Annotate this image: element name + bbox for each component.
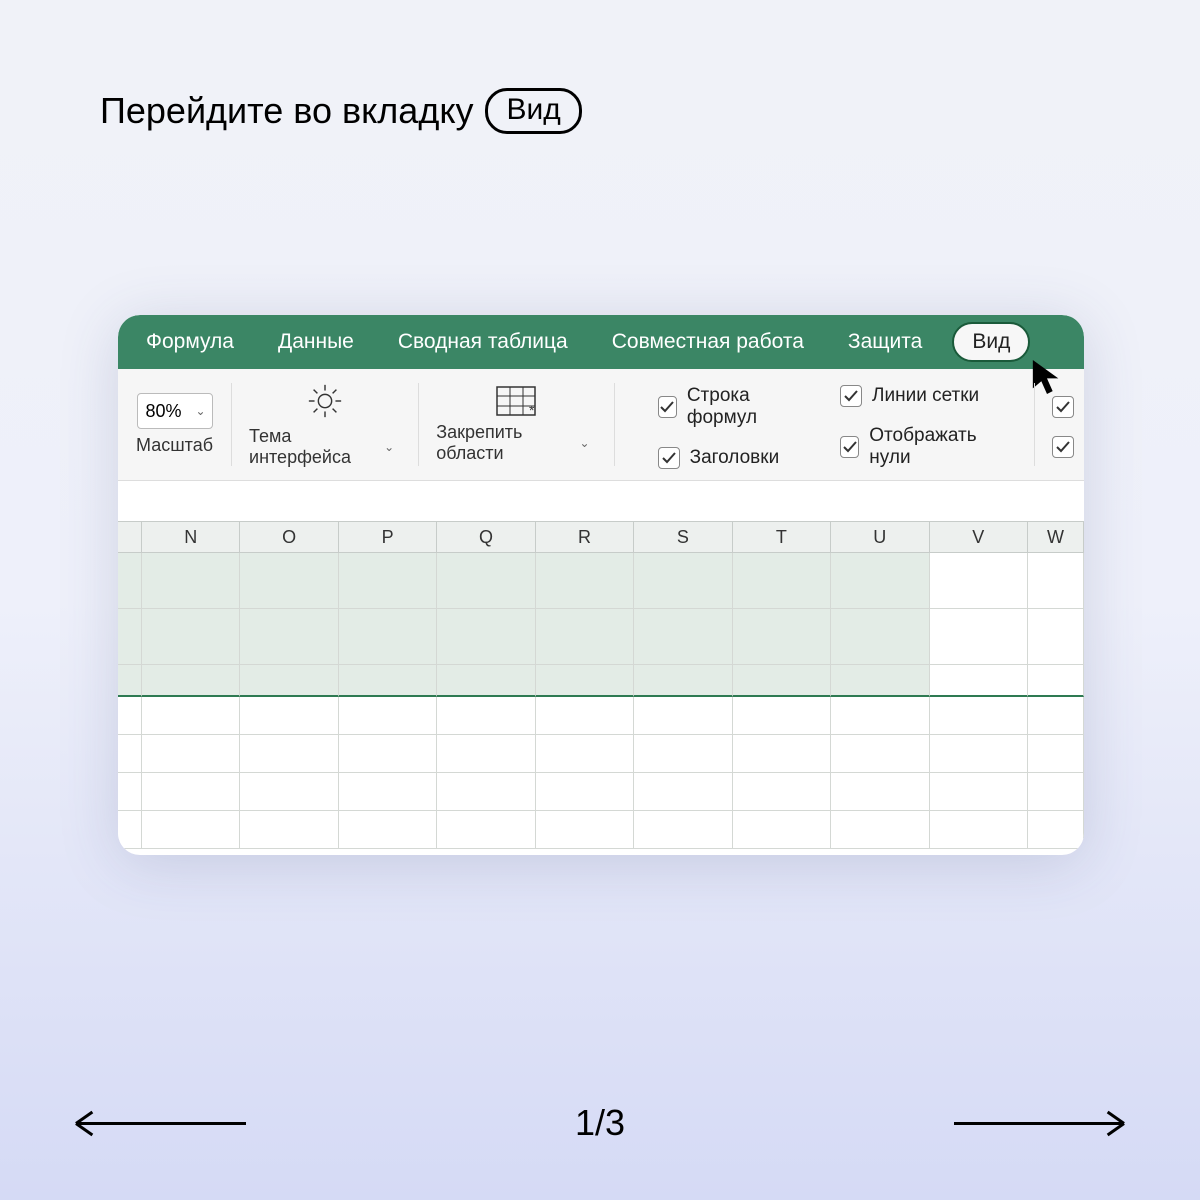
- grid-row[interactable]: [118, 553, 1084, 609]
- instruction-text: Перейдите во вкладку: [100, 90, 473, 132]
- pager: 1/3: [0, 1102, 1200, 1144]
- column-headers: N O P Q R S T U V W: [118, 521, 1084, 553]
- group-view-options: Строка формул Заголовки Линии сетки Отоб…: [614, 369, 1034, 480]
- check-headings[interactable]: Заголовки: [658, 447, 806, 469]
- col-header[interactable]: O: [240, 522, 338, 552]
- group-freeze: * Закрепить области ⌄: [418, 369, 613, 480]
- check-extra-2[interactable]: [1052, 436, 1074, 458]
- checkbox-icon: [840, 385, 862, 407]
- check-gridlines[interactable]: Линии сетки: [840, 385, 1002, 407]
- checkbox-icon: [1052, 436, 1074, 458]
- grid-row[interactable]: [118, 811, 1084, 849]
- col-header[interactable]: N: [142, 522, 240, 552]
- tab-formula[interactable]: Формула: [124, 315, 256, 369]
- checkbox-icon: [1052, 396, 1074, 418]
- screenshot-card: Формула Данные Сводная таблица Совместна…: [118, 315, 1084, 855]
- check-extra-1[interactable]: [1052, 396, 1074, 418]
- instruction-pill: Вид: [485, 88, 581, 134]
- grid-row[interactable]: [118, 735, 1084, 773]
- arrow-right-icon[interactable]: [954, 1122, 1124, 1125]
- sun-icon[interactable]: [306, 382, 344, 420]
- checkbox-icon: [658, 396, 677, 418]
- chevron-down-icon: ⌄: [195, 404, 211, 418]
- ribbon-toolbar: 80% ⌄ Масштаб Тема интерфейса ⌄: [118, 369, 1084, 481]
- freeze-label[interactable]: Закрепить области ⌄: [436, 422, 595, 464]
- ribbon-tabs: Формула Данные Сводная таблица Совместна…: [118, 315, 1084, 369]
- tab-collaboration[interactable]: Совместная работа: [590, 315, 826, 369]
- zoom-value: 80%: [146, 401, 182, 422]
- blank-strip: [118, 481, 1084, 521]
- col-header[interactable]: V: [930, 522, 1028, 552]
- checkbox-icon: [658, 447, 680, 469]
- arrow-left-icon[interactable]: [76, 1122, 246, 1125]
- theme-label[interactable]: Тема интерфейса ⌄: [249, 426, 400, 468]
- col-header[interactable]: R: [536, 522, 634, 552]
- zoom-dropdown[interactable]: 80% ⌄: [137, 393, 213, 429]
- col-header[interactable]: P: [339, 522, 437, 552]
- col-header[interactable]: W: [1028, 522, 1084, 552]
- instruction-line: Перейдите во вкладку Вид: [100, 88, 582, 134]
- rowhdr-gutter: [118, 522, 142, 552]
- grid-row[interactable]: [118, 665, 1084, 697]
- col-header[interactable]: T: [733, 522, 831, 552]
- chevron-down-icon: ⌄: [580, 436, 596, 450]
- tab-protection[interactable]: Защита: [826, 315, 944, 369]
- col-header[interactable]: U: [831, 522, 929, 552]
- group-extra-checks: [1034, 369, 1084, 480]
- grid-row[interactable]: [118, 609, 1084, 665]
- zoom-label: Масштаб: [136, 435, 213, 456]
- col-header[interactable]: S: [634, 522, 732, 552]
- tab-view[interactable]: Вид: [952, 322, 1030, 362]
- check-formula-bar[interactable]: Строка формул: [658, 385, 806, 429]
- col-header[interactable]: Q: [437, 522, 535, 552]
- svg-text:*: *: [529, 402, 535, 416]
- freeze-panes-icon[interactable]: *: [496, 386, 536, 416]
- tab-pivot[interactable]: Сводная таблица: [376, 315, 590, 369]
- spreadsheet-grid[interactable]: [118, 553, 1084, 849]
- check-show-zeros[interactable]: Отображать нули: [840, 425, 1002, 469]
- group-zoom: 80% ⌄ Масштаб: [118, 369, 231, 480]
- tab-data[interactable]: Данные: [256, 315, 376, 369]
- group-theme: Тема интерфейса ⌄: [231, 369, 418, 480]
- page-indicator: 1/3: [575, 1102, 625, 1144]
- grid-row[interactable]: [118, 773, 1084, 811]
- grid-row[interactable]: [118, 697, 1084, 735]
- chevron-down-icon: ⌄: [384, 440, 400, 454]
- checkbox-icon: [840, 436, 859, 458]
